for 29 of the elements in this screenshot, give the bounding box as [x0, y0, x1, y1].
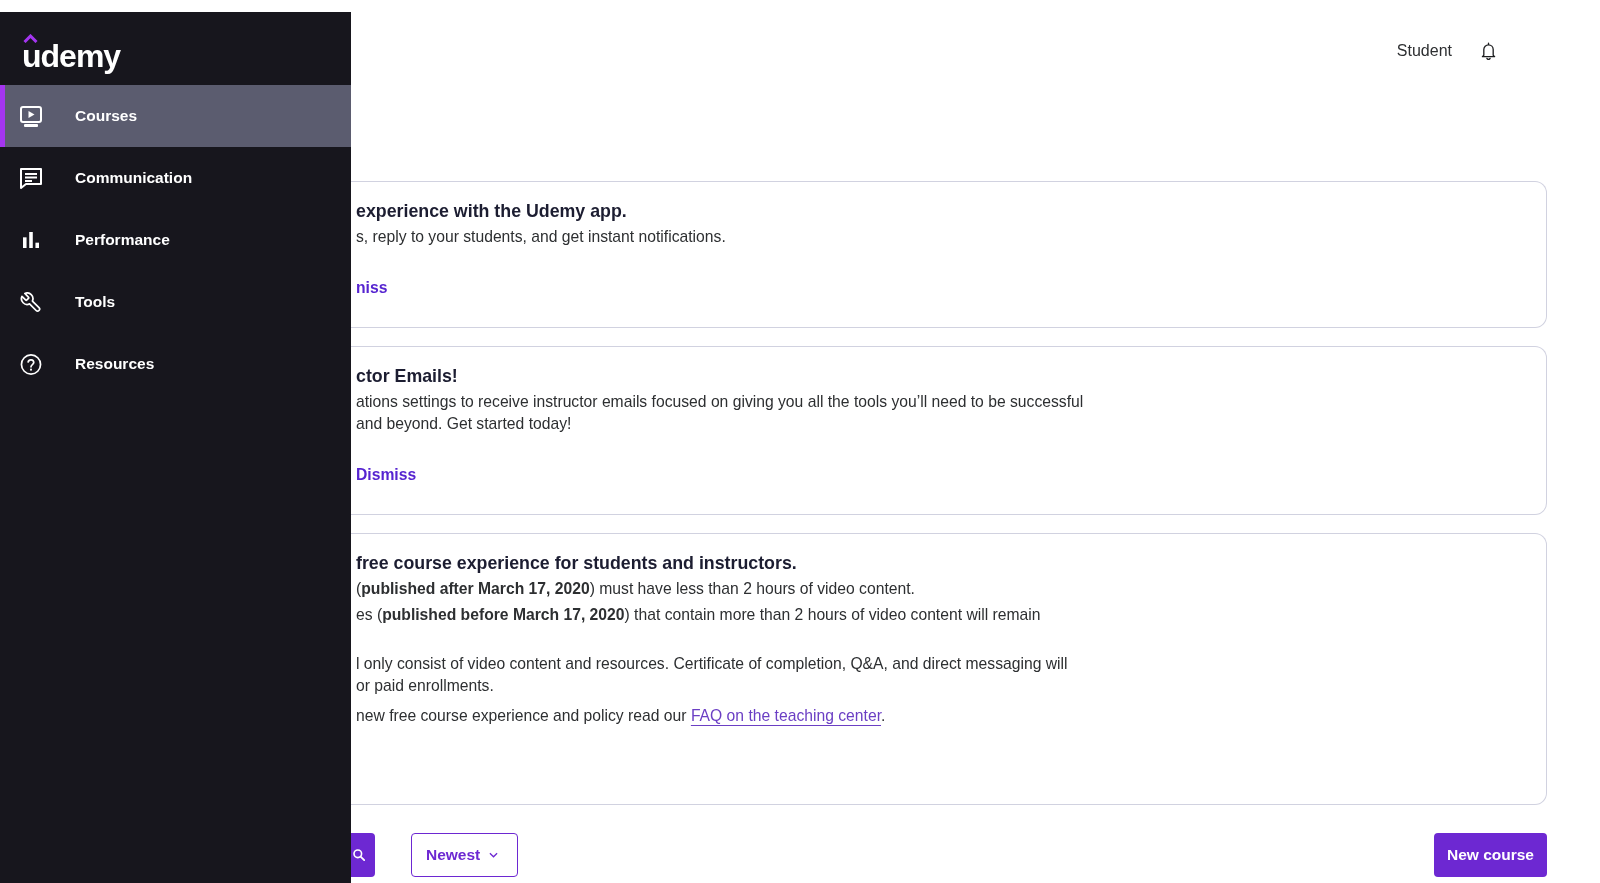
card-text: new free course experience and policy read our FAQ on the teaching center.: [356, 706, 887, 726]
wrench-icon: [20, 291, 42, 313]
question-circle-icon: [20, 353, 42, 375]
search-button[interactable]: [351, 833, 375, 877]
sidebar-item[interactable]: Performance: [0, 209, 351, 271]
student-link[interactable]: Student: [1396, 42, 1452, 60]
bar-chart-icon: [23, 232, 39, 248]
card-text: (published after March 17, 2020) must have less than 2 hours of video content.: [356, 579, 916, 599]
card-title: free course experience for students and instructors.: [356, 552, 798, 574]
card-text: l only consist of video content and resources. Certificate of completion, Q&A, and direct messaging will or paid enrollments.: [356, 654, 1069, 696]
card-text: s, reply to your students, and get instant notifications.: [356, 227, 727, 247]
card-title: experience with the Udemy app.: [356, 200, 628, 222]
bell-icon[interactable]: [1481, 42, 1496, 60]
search-icon: [353, 849, 365, 861]
sidebar-item[interactable]: Communication: [0, 147, 351, 209]
message-icon: [20, 167, 42, 189]
new-course-button[interactable]: New course: [1434, 833, 1547, 877]
dismiss-link[interactable]: Dismiss: [356, 464, 417, 486]
sidebar-item[interactable]: Resources: [0, 333, 351, 395]
sort-dropdown[interactable]: Newest: [411, 833, 518, 877]
monitor-play-icon: [20, 105, 42, 127]
sidebar-item[interactable]: Courses: [0, 85, 351, 147]
faq-link[interactable]: FAQ on the teaching center: [690, 707, 881, 724]
caret-icon: [489, 852, 499, 858]
sidebar-item[interactable]: Tools: [0, 271, 351, 333]
card-title: ctor Emails!: [356, 365, 459, 387]
dismiss-link[interactable]: niss: [356, 277, 388, 299]
card-text: ations settings to receive instructor emails focused on giving you all the tools you’ll need to be successful and beyond. Get started today!: [356, 392, 1085, 434]
card-text: es (published before March 17, 2020) that contain more than 2 hours of video content will remain: [356, 605, 1042, 625]
